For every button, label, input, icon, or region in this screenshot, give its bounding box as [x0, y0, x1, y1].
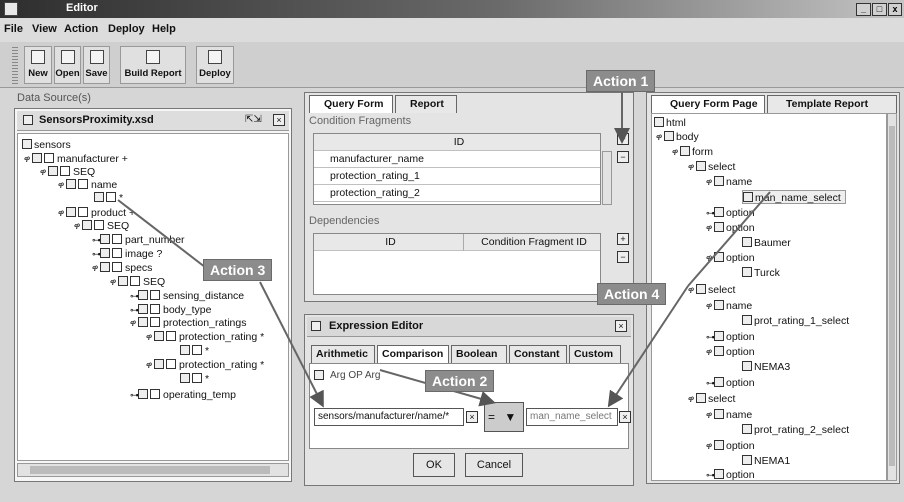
arrow-action-3b — [259, 281, 324, 408]
callout-action-3: Action 3 — [203, 259, 273, 281]
callout-action-2: Action 2 — [425, 370, 495, 392]
callout-action-4: Action 4 — [597, 283, 667, 305]
annotation-arrows — [117, 84, 771, 408]
callout-action-1: Action 1 — [586, 70, 656, 92]
arrow-action-3a — [117, 199, 215, 275]
arrow-action-4b — [687, 191, 771, 287]
